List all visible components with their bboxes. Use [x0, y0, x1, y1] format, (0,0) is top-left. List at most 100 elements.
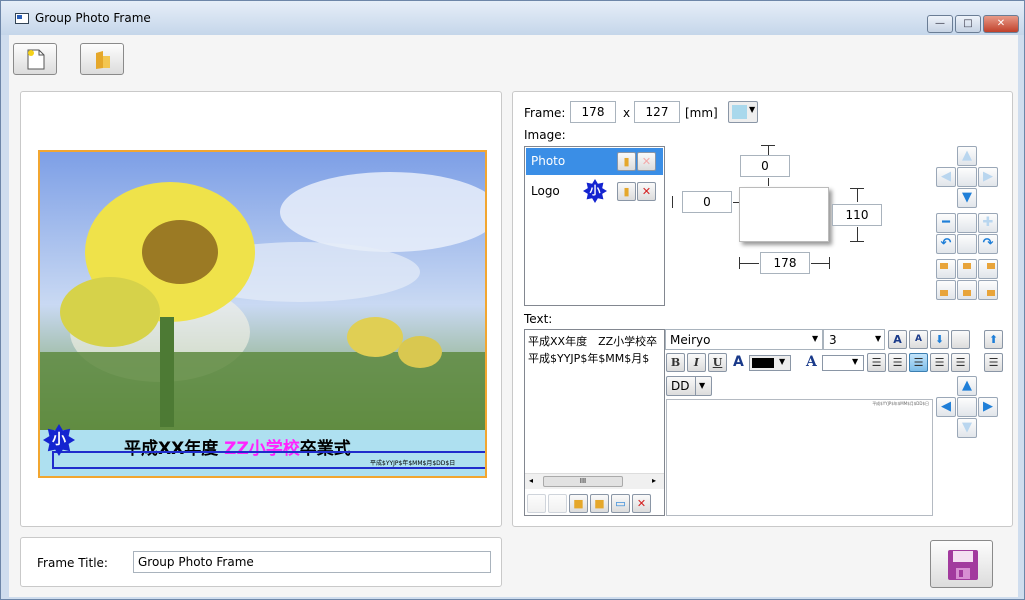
scroll-right-icon[interactable]: ▸ — [652, 476, 656, 485]
delete-logo-button[interactable]: ✕ — [637, 182, 656, 201]
text-center-button[interactable] — [957, 397, 977, 417]
valign-top-button[interactable]: ⬆ — [984, 330, 1003, 349]
text-editor[interactable]: 平成$YYJP$年$MM$月$DD$日 — [666, 399, 933, 516]
frame-preview[interactable]: 平成XX年度 ZZ小学校卒業式 平成$YYJP$年$MM$月$DD$日 小 — [38, 150, 487, 478]
blank-button[interactable] — [957, 234, 977, 254]
new-button[interactable] — [13, 43, 57, 75]
open-button[interactable] — [80, 43, 124, 75]
shrink-button[interactable]: ━ — [936, 213, 956, 233]
align-top-center-button[interactable] — [957, 259, 977, 279]
align-bottom-center-button[interactable] — [957, 280, 977, 300]
bring-forward-button[interactable]: ■ — [569, 494, 588, 513]
image-top-input[interactable]: 0 — [740, 155, 790, 177]
align-right-button[interactable]: ☰ — [909, 353, 928, 372]
align-center-button[interactable]: ☰ — [888, 353, 907, 372]
align-bottom-right-button[interactable] — [978, 280, 998, 300]
bold-button[interactable]: B — [666, 353, 685, 372]
highlight-color-select[interactable]: ▼ — [822, 355, 864, 371]
photo-image[interactable] — [40, 152, 485, 430]
enlarge-button[interactable]: ✚ — [978, 213, 998, 233]
frame-width-input[interactable]: 178 — [570, 101, 616, 123]
text-list[interactable]: 平成XX年度 ZZ小学校卒 平成$YYJP$年$MM$月$ ◂ III ▸ ■ … — [524, 329, 665, 516]
send-backward-button[interactable]: ■ — [590, 494, 609, 513]
text-list-item[interactable]: 平成$YYJP$年$MM$月$ — [528, 350, 649, 366]
date-format-select[interactable]: DD ▼ — [666, 376, 712, 396]
text-move-right-button[interactable]: ▶ — [978, 397, 998, 417]
align-top-left-button[interactable] — [936, 259, 956, 279]
align-bottom-left-button[interactable] — [936, 280, 956, 300]
right-margin-marker — [857, 188, 858, 202]
highlight-color-icon: A — [806, 354, 817, 370]
maximize-button[interactable]: □ — [955, 15, 981, 33]
italic-button[interactable]: I — [687, 353, 706, 372]
frame-label: Frame: — [524, 106, 566, 120]
list-item-logo[interactable]: Logo 小 ▮ ✕ — [526, 178, 663, 205]
move-left-button[interactable]: ◀ — [936, 167, 956, 187]
align-icon — [940, 263, 948, 269]
underline-button[interactable]: U — [708, 353, 727, 372]
align-right-icon: ☰ — [913, 356, 924, 369]
add-text-button[interactable]: ▭ — [611, 494, 630, 513]
image-left-input[interactable]: 0 — [682, 191, 732, 213]
title-bar[interactable]: Group Photo Frame — □ ✕ — [1, 1, 1024, 35]
minimize-button[interactable]: — — [927, 15, 953, 33]
chevron-down-icon: ▼ — [699, 381, 706, 390]
image-list[interactable]: Photo ▮ ✕ Logo 小 ▮ ✕ — [524, 146, 665, 306]
font-select[interactable]: Meiryo ▼ — [665, 329, 823, 350]
align-justify-button[interactable]: ☰ — [930, 353, 949, 372]
text-list-item[interactable]: 平成XX年度 ZZ小学校卒 — [528, 333, 657, 349]
delete-icon: ✕ — [636, 497, 647, 510]
move-down-button[interactable]: ▼ — [957, 188, 977, 208]
valign-bottom-icon: ⬇ — [934, 333, 945, 346]
image-right-input[interactable]: 110 — [832, 204, 882, 226]
image-bottom-input[interactable]: 178 — [760, 252, 810, 274]
distribute-vertical-button[interactable]: ☰ — [984, 353, 1003, 372]
align-justify-icon: ☰ — [934, 356, 945, 369]
frame-title-input[interactable]: Group Photo Frame — [133, 551, 491, 573]
text-move-left-button[interactable]: ◀ — [936, 397, 956, 417]
horizontal-scrollbar[interactable]: ◂ III ▸ — [525, 473, 664, 489]
font-color-picker[interactable]: A ▼ — [731, 353, 801, 373]
open-image-button[interactable]: ▮ — [617, 152, 636, 171]
grow-font-button[interactable]: A — [888, 330, 907, 349]
distribute-icon: ☰ — [955, 356, 966, 369]
rotate-right-button[interactable]: ↷ — [978, 234, 998, 254]
delete-text-button[interactable]: ✕ — [632, 494, 651, 513]
frame-title-panel: Frame Title: Group Photo Frame — [20, 537, 502, 587]
delete-image-button[interactable]: ✕ — [637, 152, 656, 171]
save-button[interactable] — [930, 540, 993, 588]
arrow-down-icon: ▼ — [962, 420, 972, 435]
text-move-up-button[interactable]: ▲ — [957, 376, 977, 396]
move-right-button[interactable]: ▶ — [978, 167, 998, 187]
frame-height-input[interactable]: 127 — [634, 101, 680, 123]
frame-color-picker[interactable]: ▼ — [728, 101, 758, 123]
center-button[interactable] — [957, 167, 977, 187]
align-left-button[interactable]: ☰ — [867, 353, 886, 372]
align-top-right-button[interactable] — [978, 259, 998, 279]
blank-button[interactable] — [951, 330, 970, 349]
blank-button[interactable] — [957, 213, 977, 233]
move-up-button[interactable]: ▲ — [957, 146, 977, 166]
layer-down-icon: ■ — [594, 497, 605, 510]
scroll-left-icon[interactable]: ◂ — [529, 476, 533, 485]
scrollbar-thumb[interactable]: III — [543, 476, 623, 487]
rotate-left-button[interactable]: ↶ — [936, 234, 956, 254]
font-color-select[interactable]: ▼ — [749, 355, 791, 371]
date-text: 平成$YYJP$年$MM$月$DD$日 — [370, 460, 456, 467]
valign-bottom-button[interactable]: ⬇ — [930, 330, 949, 349]
shrink-font-button[interactable]: A — [909, 330, 928, 349]
paste-text-button[interactable] — [548, 494, 567, 513]
text-move-down-button[interactable]: ▼ — [957, 418, 977, 438]
app-window: Group Photo Frame — □ ✕ 平成XX年度 ZZ小学校卒業式 … — [0, 0, 1025, 600]
frame-x-label: x — [623, 106, 631, 120]
close-button[interactable]: ✕ — [983, 15, 1019, 33]
highlight-color-picker[interactable]: A ▼ — [804, 353, 864, 373]
copy-text-button[interactable] — [527, 494, 546, 513]
image-position-box — [739, 187, 829, 242]
font-size-select[interactable]: 3 ▼ — [823, 329, 885, 350]
open-logo-button[interactable]: ▮ — [617, 182, 636, 201]
arrow-up-icon: ▲ — [962, 148, 972, 163]
open-folder-icon: ▮ — [623, 155, 630, 168]
list-item-photo[interactable]: Photo ▮ ✕ — [526, 148, 663, 175]
distribute-button[interactable]: ☰ — [951, 353, 970, 372]
